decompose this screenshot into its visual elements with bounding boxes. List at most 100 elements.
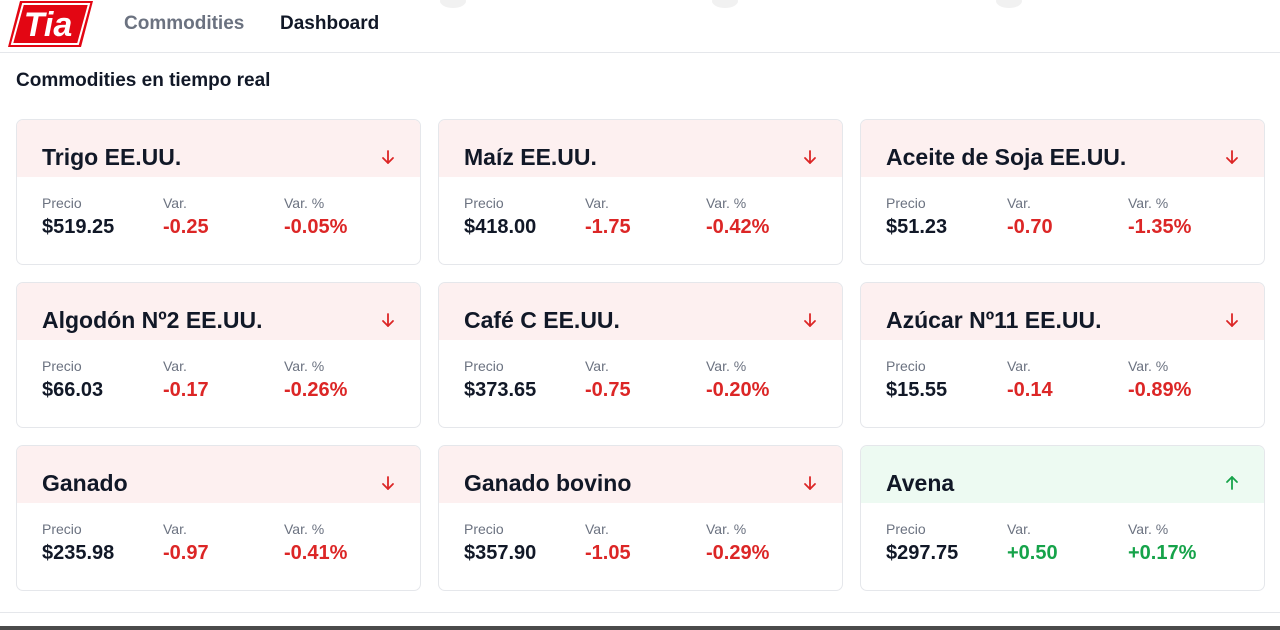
commodity-name: Avena	[886, 470, 955, 496]
change-value: -0.75	[585, 379, 631, 401]
price-value: $297.75	[886, 542, 959, 564]
price-value: $15.55	[886, 379, 948, 401]
commodity-card[interactable]: Aceite de Soja EE.UU. Precio $51.23 Var.…	[860, 119, 1265, 265]
change-pct-stat: Var. % -0.41%	[284, 521, 347, 565]
commodity-card[interactable]: Algodón Nº2 EE.UU. Precio $66.03 Var. -0…	[16, 282, 421, 428]
change-label: Var.	[163, 195, 187, 211]
decorative-shape	[712, 0, 738, 8]
tia-logo[interactable]: Tia	[6, 0, 94, 48]
change-pct-label: Var. %	[706, 195, 747, 211]
change-label: Var.	[585, 358, 609, 374]
change-stat: Var. -0.97	[163, 521, 209, 565]
price-label: Precio	[42, 195, 82, 211]
change-label: Var.	[163, 521, 187, 537]
arrow-down-icon	[804, 476, 816, 490]
arrow-down-icon	[1226, 313, 1238, 327]
change-value: -0.25	[163, 216, 209, 238]
commodity-card-body: Precio $15.55 Var. -0.14 Var. % -0.89%	[861, 340, 1264, 427]
commodity-card-body: Precio $66.03 Var. -0.17 Var. % -0.26%	[17, 340, 420, 427]
svg-text:Tia: Tia	[24, 6, 73, 44]
change-pct-stat: Var. % -0.89%	[1128, 358, 1191, 402]
change-pct-label: Var. %	[1128, 358, 1169, 374]
commodity-name: Ganado	[42, 470, 128, 496]
page-title: Commodities en tiempo real	[16, 70, 271, 91]
commodity-name: Aceite de Soja EE.UU.	[886, 144, 1127, 170]
price-value: $66.03	[42, 379, 104, 401]
price-label: Precio	[886, 521, 926, 537]
change-pct-value: -0.26%	[284, 379, 348, 401]
change-stat: Var. -0.17	[163, 358, 209, 402]
change-value: -0.70	[1007, 216, 1053, 238]
price-stat: Precio $66.03	[42, 358, 103, 402]
price-value: $418.00	[464, 216, 537, 238]
change-label: Var.	[1007, 358, 1031, 374]
commodity-card-body: Precio $418.00 Var. -1.75 Var. % -0.42%	[439, 177, 842, 264]
change-stat: Var. -0.70	[1007, 195, 1053, 239]
change-value: -0.97	[163, 542, 209, 564]
price-label: Precio	[42, 521, 82, 537]
commodities-grid: Trigo EE.UU. Precio $519.25 Var. -0.25 V…	[16, 119, 1265, 591]
change-pct-value: +0.17%	[1128, 542, 1197, 564]
change-pct-label: Var. %	[706, 358, 747, 374]
commodity-card-body: Precio $373.65 Var. -0.75 Var. % -0.20%	[439, 340, 842, 427]
decorative-shape	[440, 0, 466, 8]
commodity-card-header: Ganado	[17, 446, 420, 503]
change-pct-label: Var. %	[284, 195, 325, 211]
decorative-shape	[996, 0, 1022, 8]
change-pct-label: Var. %	[284, 521, 325, 537]
price-stat: Precio $418.00	[464, 195, 536, 239]
price-stat: Precio $51.23	[886, 195, 947, 239]
change-pct-value: -0.42%	[706, 216, 770, 238]
price-stat: Precio $357.90	[464, 521, 536, 565]
change-pct-stat: Var. % -0.29%	[706, 521, 769, 565]
commodity-card-header: Maíz EE.UU.	[439, 120, 842, 177]
arrow-down-icon	[804, 313, 816, 327]
arrow-down-icon	[382, 476, 394, 490]
commodity-card-body: Precio $235.98 Var. -0.97 Var. % -0.41%	[17, 503, 420, 590]
commodity-card-header: Azúcar Nº11 EE.UU.	[861, 283, 1264, 340]
commodity-card[interactable]: Café C EE.UU. Precio $373.65 Var. -0.75 …	[438, 282, 843, 428]
arrow-down-icon	[1226, 150, 1238, 164]
price-value: $51.23	[886, 216, 948, 238]
change-value: -0.17	[163, 379, 209, 401]
change-pct-value: -1.35%	[1128, 216, 1192, 238]
price-value: $235.98	[42, 542, 115, 564]
change-value: -0.14	[1007, 379, 1053, 401]
commodity-name: Café C EE.UU.	[464, 307, 620, 333]
commodity-card[interactable]: Azúcar Nº11 EE.UU. Precio $15.55 Var. -0…	[860, 282, 1265, 428]
commodity-card[interactable]: Trigo EE.UU. Precio $519.25 Var. -0.25 V…	[16, 119, 421, 265]
divider	[0, 612, 1280, 613]
commodity-name: Trigo EE.UU.	[42, 144, 182, 170]
change-label: Var.	[163, 358, 187, 374]
commodity-card-header: Algodón Nº2 EE.UU.	[17, 283, 420, 340]
commodity-card[interactable]: Avena Precio $297.75 Var. +0.50 Var. % +…	[860, 445, 1265, 591]
commodity-name: Azúcar Nº11 EE.UU.	[886, 307, 1102, 333]
nav-dashboard-link[interactable]: Dashboard	[280, 13, 379, 35]
change-value: -1.05	[585, 542, 631, 564]
commodity-card-header: Avena	[861, 446, 1264, 503]
change-pct-stat: Var. % -0.20%	[706, 358, 769, 402]
commodity-card[interactable]: Ganado bovino Precio $357.90 Var. -1.05 …	[438, 445, 843, 591]
change-label: Var.	[1007, 195, 1031, 211]
commodity-card[interactable]: Ganado Precio $235.98 Var. -0.97 Var. % …	[16, 445, 421, 591]
change-stat: Var. -0.14	[1007, 358, 1053, 402]
nav-commodities-link[interactable]: Commodities	[124, 13, 244, 35]
change-pct-value: -0.20%	[706, 379, 770, 401]
price-value: $373.65	[464, 379, 537, 401]
commodity-card-body: Precio $297.75 Var. +0.50 Var. % +0.17%	[861, 503, 1264, 590]
commodity-card[interactable]: Maíz EE.UU. Precio $418.00 Var. -1.75 Va…	[438, 119, 843, 265]
change-pct-value: -0.89%	[1128, 379, 1192, 401]
price-stat: Precio $519.25	[42, 195, 114, 239]
change-stat: Var. -1.05	[585, 521, 631, 565]
change-stat: Var. +0.50	[1007, 521, 1058, 565]
commodity-card-header: Ganado bovino	[439, 446, 842, 503]
bottom-scrollbar[interactable]	[0, 626, 1280, 630]
price-stat: Precio $373.65	[464, 358, 536, 402]
change-pct-stat: Var. % -1.35%	[1128, 195, 1191, 239]
commodity-card-header: Trigo EE.UU.	[17, 120, 420, 177]
price-label: Precio	[464, 195, 504, 211]
change-value: +0.50	[1007, 542, 1058, 564]
commodity-card-header: Café C EE.UU.	[439, 283, 842, 340]
price-value: $357.90	[464, 542, 537, 564]
change-stat: Var. -1.75	[585, 195, 631, 239]
